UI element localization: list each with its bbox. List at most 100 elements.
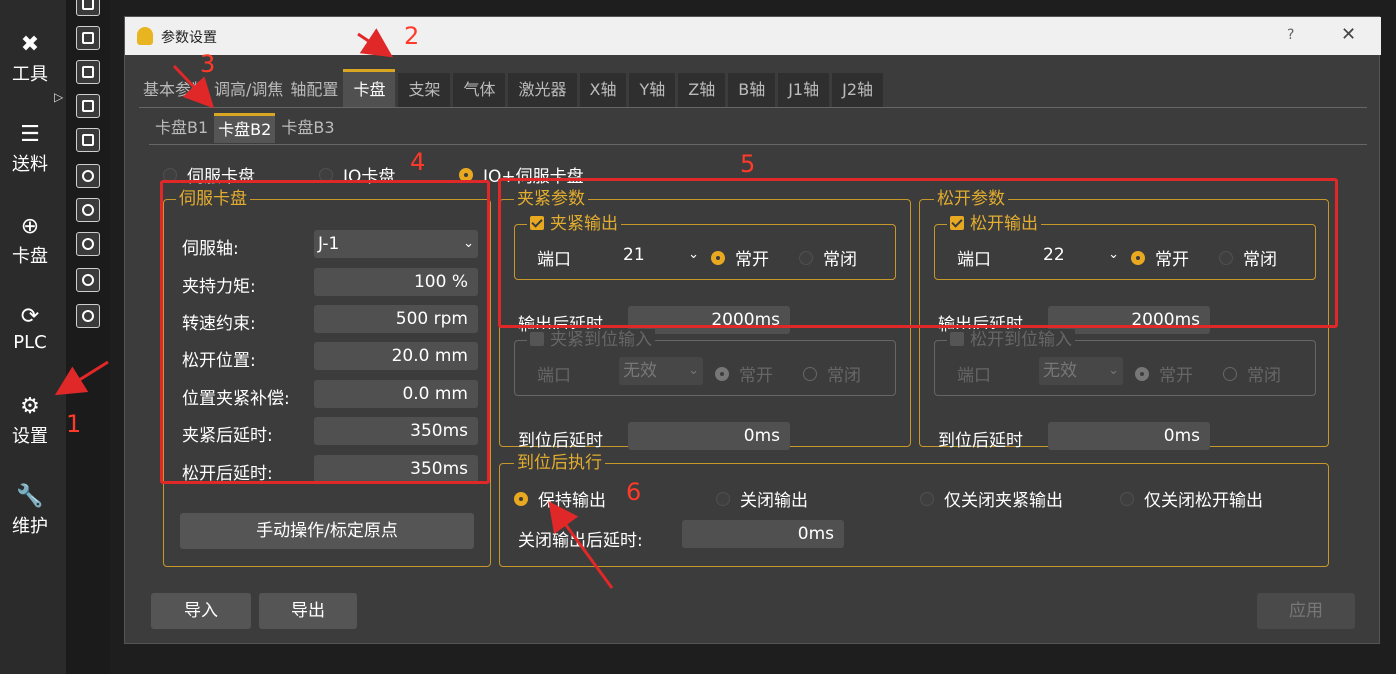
clamp-input-port-select[interactable]: 无效 ⌄ [619,357,703,385]
manual-calibrate-button[interactable]: 手动操作/标定原点 [180,513,474,549]
export-button[interactable]: 导出 [259,593,357,629]
sidebar-item-label: 送料 [12,154,48,175]
release-delay-input[interactable]: 350ms [314,455,478,483]
radio-io-servo-chuck[interactable]: IO+伺服卡盘 [459,162,584,187]
radio-label: 常开 [739,366,773,386]
port-label: 端口 [957,250,991,270]
select-value: 22 [1043,245,1065,265]
sidebar-item-feed[interactable]: ☰ 送料 [0,122,60,176]
sidebar-item-chuck[interactable]: ⊕ 卡盘 [0,214,60,268]
radio-label: 常闭 [823,250,857,270]
tab-basic[interactable]: 基本参数 [141,73,209,107]
expand-arrow-icon[interactable]: ▷ [54,90,63,104]
release-output-checkbox[interactable]: 松开输出 [947,213,1041,235]
tab-j1-axis[interactable]: J1轴 [778,73,830,107]
release-port-select[interactable]: 22 ⌄ [1039,241,1123,269]
clamp-arrive-delay-input[interactable]: 0ms [628,422,790,450]
radio-keep-output[interactable]: 保持输出 [514,486,606,511]
release-delay-label: 松开后延时: [182,464,273,484]
chevron-down-icon: ⌄ [463,236,474,251]
subtab-chuck-b2[interactable]: 卡盘B2 [214,113,276,143]
subtab-chuck-b1[interactable]: 卡盘B1 [151,113,212,143]
tab-chuck[interactable]: 卡盘 [343,69,396,107]
radio-release-input-no[interactable]: 常开 [1135,361,1193,386]
radio-close-clamp-only[interactable]: 仅关闭夹紧输出 [920,486,1063,511]
tab-axis-config[interactable]: 轴配置 [288,73,340,107]
servo-axis-select[interactable]: J-1 ⌄ [314,230,478,258]
annotation-number: 5 [740,150,756,178]
release-output-group: 松开输出 端口 22 ⌄ 常开 常闭 [934,213,1316,280]
radio-servo-chuck[interactable]: 伺服卡盘 [163,162,255,187]
comp-input[interactable]: 0.0 mm [314,380,478,408]
view-cube-icon[interactable] [76,0,100,16]
radio-label: 仅关闭夹紧输出 [944,491,1063,511]
view-cube-icon[interactable] [76,304,100,328]
radio-label: 保持输出 [538,491,606,511]
radio-io-chuck[interactable]: IO卡盘 [319,162,395,187]
radio-clamp-nc[interactable]: 常闭 [799,245,857,270]
tab-support[interactable]: 支架 [398,73,451,107]
close-delay-input[interactable]: 0ms [682,520,844,548]
radio-label: 常闭 [1247,366,1281,386]
help-button[interactable]: ? [1287,27,1294,43]
radio-close-output[interactable]: 关闭输出 [716,486,808,511]
servo-axis-label: 伺服轴: [182,239,239,259]
wrench-icon: 🔧 [16,484,44,509]
radio-release-no[interactable]: 常开 [1131,245,1189,270]
radio-clamp-input-nc[interactable]: 常闭 [803,361,861,386]
torque-input[interactable]: 100 % [314,268,478,296]
select-value: J-1 [318,234,340,254]
radio-release-input-nc[interactable]: 常闭 [1223,361,1281,386]
clamp-delay-input[interactable]: 350ms [314,417,478,445]
subtab-chuck-b3[interactable]: 卡盘B3 [277,113,338,143]
port-label: 端口 [537,366,571,386]
tab-z-axis[interactable]: Z轴 [678,73,726,107]
clamp-input-checkbox[interactable]: 夹紧到位输入 [527,329,655,351]
tab-y-axis[interactable]: Y轴 [629,73,676,107]
view-cube-icon[interactable] [76,26,100,50]
view-cube-icon[interactable] [76,60,100,84]
sidebar-item-tools[interactable]: ✖ 工具 [0,32,60,86]
clamp-output-checkbox[interactable]: 夹紧输出 [527,213,621,235]
release-input-port-select[interactable]: 无效 ⌄ [1039,357,1123,385]
view-cube-icon[interactable] [76,268,100,292]
release-pos-input[interactable]: 20.0 mm [314,342,478,370]
view-cube-icon[interactable] [76,232,100,256]
radio-label: IO+伺服卡盘 [483,167,584,187]
clamp-output-group: 夹紧输出 端口 21 ⌄ 常开 常闭 [514,213,896,280]
sidebar-item-label: PLC [13,332,47,353]
release-input-checkbox[interactable]: 松开到位输入 [947,329,1075,351]
tab-gas[interactable]: 气体 [453,73,506,107]
close-delay-label: 关闭输出后延时: [518,531,643,551]
radio-clamp-no[interactable]: 常开 [711,245,769,270]
tab-laser[interactable]: 激光器 [508,73,577,107]
sidebar-item-settings[interactable]: ⚙ 设置 [0,394,60,448]
view-cube-icon[interactable] [76,128,100,152]
chuck-subtabs: 卡盘B1 卡盘B2 卡盘B3 [151,113,339,143]
view-cube-icon[interactable] [76,164,100,188]
import-button[interactable]: 导入 [151,593,251,629]
view-cube-icon[interactable] [76,198,100,222]
radio-clamp-input-no[interactable]: 常开 [715,361,773,386]
close-button[interactable]: ✕ [1341,24,1356,45]
view-cube-icon[interactable] [76,94,100,118]
annotation-number: 4 [410,148,426,176]
sidebar-item-plc[interactable]: ⟳ PLC [0,304,60,353]
radio-label: 常开 [735,250,769,270]
radio-close-release-only[interactable]: 仅关闭松开输出 [1120,486,1263,511]
radio-label: 常闭 [827,366,861,386]
radio-release-nc[interactable]: 常闭 [1219,245,1277,270]
sidebar-item-maintain[interactable]: 🔧 维护 [0,484,60,538]
tab-b-axis[interactable]: B轴 [728,73,776,107]
release-arrive-delay-input[interactable]: 0ms [1048,422,1210,450]
apply-button[interactable]: 应用 [1257,593,1355,629]
clamp-port-select[interactable]: 21 ⌄ [619,241,703,269]
tab-j2-axis[interactable]: J2轴 [832,73,884,107]
speed-input[interactable]: 500 rpm [314,305,478,333]
tab-x-axis[interactable]: X轴 [579,73,627,107]
select-value: 21 [623,245,645,265]
feed-icon: ☰ [20,122,40,147]
tab-divider [139,107,1367,108]
checkbox-checked-icon [530,216,544,230]
tab-height-focus[interactable]: 调高/调焦 [212,73,285,107]
